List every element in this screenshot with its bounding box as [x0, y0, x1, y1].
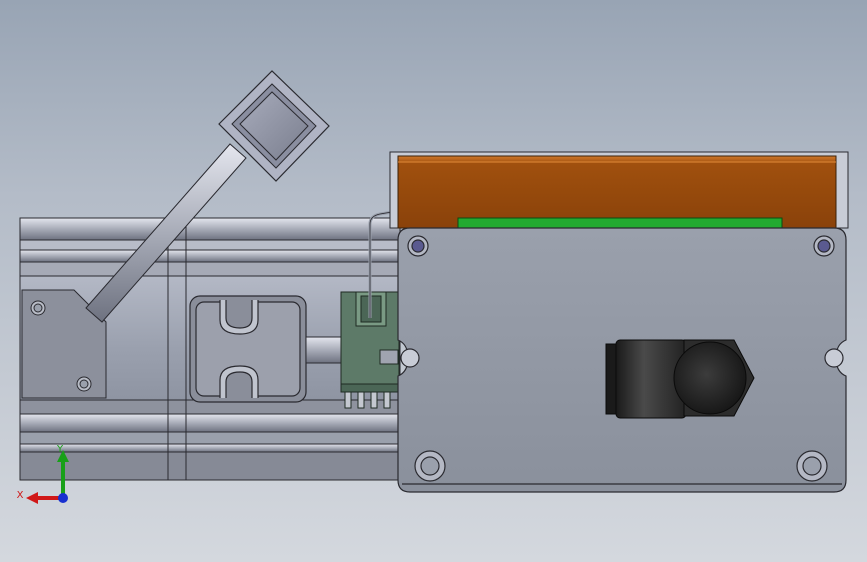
connector-plug[interactable]	[605, 339, 755, 419]
gear-pocket	[189, 295, 307, 403]
axis-label-x: X	[17, 490, 24, 501]
cad-viewport[interactable]: Y X	[0, 0, 867, 562]
drive-shaft	[305, 336, 345, 364]
electronics-board[interactable]	[389, 151, 849, 231]
axis-label-y: Y	[56, 444, 64, 455]
cad-model-view: Y X	[17, 70, 849, 504]
